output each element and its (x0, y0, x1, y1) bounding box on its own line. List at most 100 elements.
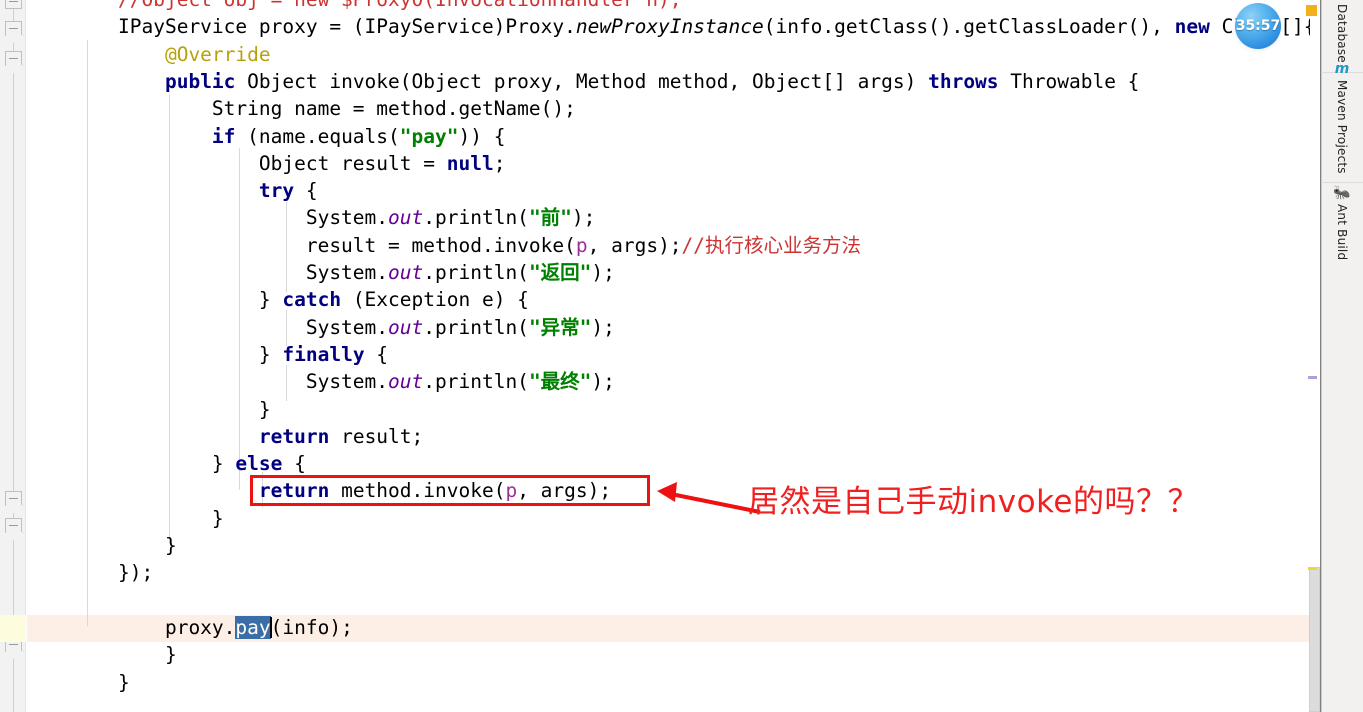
code-token: Object result = (118, 151, 447, 175)
rail-item-maven-projects[interactable]: m Maven Projects (1321, 62, 1363, 174)
code-token: ); (591, 370, 615, 394)
code-token: } (118, 643, 177, 667)
code-token: } (118, 452, 236, 476)
code-token: p (575, 233, 588, 257)
code-line[interactable]: result = method.invoke(p, args);//执行核心业务… (118, 232, 861, 259)
code-token: method.invoke( (329, 479, 506, 503)
code-token: result; (329, 424, 424, 448)
code-line[interactable]: //Object obj = new $Proxy0(InvocationHan… (118, 0, 682, 13)
code-line[interactable]: System.out.println("返回"); (118, 259, 615, 286)
code-token: .println( (423, 261, 529, 284)
code-line[interactable]: IPayService proxy = (IPayService)Proxy.n… (118, 13, 1310, 40)
rail-item-maven-projects-label: Maven Projects (1335, 80, 1349, 174)
code-line[interactable]: } (118, 641, 177, 668)
code-token: )) { (458, 124, 506, 148)
code-line[interactable]: Object result = null; (118, 150, 506, 177)
code-token: catch (282, 288, 342, 312)
selected-text: pay (235, 615, 271, 639)
scrollbar-marker[interactable] (1308, 376, 1317, 379)
fold-marker-icon[interactable] (5, 0, 22, 9)
editor-window: //Object obj = new $Proxy0(InvocationHan… (0, 0, 1363, 712)
code-token: Throwable { (998, 69, 1140, 93)
indent-guide (87, 40, 88, 626)
code-token: { (282, 452, 306, 476)
code-token: , args); (517, 479, 612, 503)
rail-item-ant-build[interactable]: 🐜 Ant Build (1321, 186, 1363, 260)
code-line[interactable]: @Override (118, 41, 271, 68)
code-token: System. (118, 206, 389, 230)
code-line[interactable]: } finally { (118, 341, 388, 368)
code-line[interactable]: } (118, 396, 271, 423)
code-line[interactable]: return method.invoke(p, args); (118, 477, 611, 504)
maven-icon: m (1334, 61, 1350, 77)
code-token: result = method.invoke( (118, 233, 576, 257)
code-token: //Object obj = new $Proxy0(InvocationHan… (118, 0, 682, 11)
editor-scrollbar-track[interactable] (1307, 0, 1320, 712)
code-token: out (388, 206, 424, 230)
code-line[interactable]: try { (118, 177, 318, 204)
code-token: } (118, 670, 130, 694)
code-token: return (258, 424, 330, 448)
rail-item-ant-build-label: Ant Build (1335, 204, 1349, 261)
code-token: System. (118, 370, 389, 394)
code-token: { (294, 179, 318, 203)
code-token: }); (118, 561, 154, 585)
code-line[interactable]: String name = method.getName(); (118, 95, 576, 122)
fold-marker-icon[interactable] (5, 51, 22, 66)
code-line[interactable]: } (118, 669, 130, 696)
code-line[interactable]: }); (118, 559, 153, 586)
rail-divider (1321, 182, 1363, 183)
rail-item-database[interactable]: Database (1321, 4, 1363, 63)
session-timer[interactable]: 35:57 (1235, 3, 1281, 49)
code-line[interactable]: System.out.println("异常"); (118, 314, 615, 341)
code-token: "最终" (528, 370, 592, 394)
code-editor-area[interactable]: //Object obj = new $Proxy0(InvocationHan… (27, 0, 1310, 712)
inspection-status-marker[interactable] (1306, 5, 1317, 16)
code-line[interactable]: return result; (118, 423, 423, 450)
code-token: } (118, 342, 283, 366)
code-token: "异常" (528, 315, 592, 339)
code-token: (name.equals( (235, 124, 400, 148)
code-token: (info); (270, 615, 353, 639)
code-line[interactable]: } else { (118, 450, 306, 477)
code-token: } (118, 534, 177, 557)
code-token: .println( (423, 370, 529, 394)
code-fold-gutter[interactable] (0, 0, 26, 712)
code-token: try (258, 179, 295, 203)
code-token: } (118, 288, 283, 312)
code-token: return (258, 479, 330, 503)
code-token: ); (591, 315, 615, 339)
code-token: throws (928, 69, 999, 93)
code-token: p (505, 479, 518, 503)
code-line[interactable]: System.out.println("前"); (118, 204, 596, 231)
code-token: ); (571, 206, 596, 230)
code-line[interactable]: } catch (Exception e) { (118, 286, 529, 313)
current-line-gutter-highlight (0, 614, 26, 642)
code-line[interactable]: } (118, 505, 224, 532)
code-line[interactable]: if (name.equals("pay")) { (118, 123, 506, 150)
code-token: } (118, 397, 271, 421)
code-token: String name = method.getName(); (118, 97, 576, 121)
scrollbar-marker[interactable] (1308, 567, 1317, 570)
code-token: . (564, 15, 576, 39)
fold-marker-icon[interactable] (5, 21, 22, 36)
code-token: { (364, 342, 389, 366)
code-line[interactable]: } (118, 532, 177, 559)
code-token: .println( (423, 315, 529, 339)
code-line[interactable]: public Object invoke(Object proxy, Metho… (118, 68, 1139, 95)
code-token: out (388, 261, 424, 284)
current-code-line[interactable]: proxy.pay(info); (118, 614, 353, 641)
code-token: System. (118, 315, 389, 339)
code-line[interactable]: System.out.println("最终"); (118, 368, 615, 395)
fold-marker-icon[interactable] (5, 518, 22, 533)
code-token: (Exception e) { (341, 288, 529, 312)
fold-marker-icon[interactable] (5, 491, 22, 506)
code-token: new (1174, 15, 1210, 39)
editor-scrollbar-thumb[interactable] (1309, 567, 1320, 712)
code-token: "前" (528, 206, 572, 230)
code-token: null (446, 151, 494, 175)
